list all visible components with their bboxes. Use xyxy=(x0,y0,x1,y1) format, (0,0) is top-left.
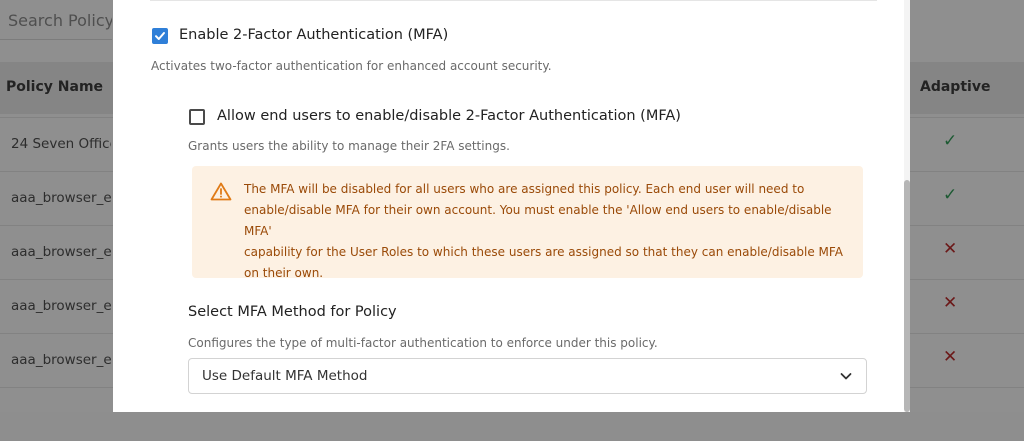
mfa-settings-modal: Enable 2-Factor Authentication (MFA) Act… xyxy=(113,0,910,412)
search-policy-box[interactable] xyxy=(0,0,112,40)
warning-message: The MFA will be disabled for all users w… xyxy=(244,179,844,284)
policy-name-cell: aaa_browser_e xyxy=(11,298,111,314)
mfa-method-selected-value: Use Default MFA Method xyxy=(202,368,368,384)
policy-name-cell: aaa_browser_e xyxy=(11,352,111,368)
search-policy-input[interactable] xyxy=(0,0,112,40)
policy-name-cell: aaa_browser_e xyxy=(11,190,111,206)
mfa-method-select[interactable]: Use Default MFA Method xyxy=(188,358,867,394)
allow-users-toggle-mfa-checkbox[interactable] xyxy=(189,109,205,125)
warning-line: The MFA will be disabled for all users w… xyxy=(244,182,805,196)
enable-mfa-checkbox[interactable] xyxy=(152,28,168,44)
checkmark-icon xyxy=(155,32,165,40)
check-icon: ✓ xyxy=(943,131,958,151)
warning-line: on their own. xyxy=(244,266,324,280)
allow-users-toggle-mfa-description: Grants users the ability to manage their… xyxy=(188,139,510,153)
chevron-down-icon xyxy=(840,373,852,380)
enable-mfa-label[interactable]: Enable 2-Factor Authentication (MFA) xyxy=(179,27,448,43)
cross-icon: ✕ xyxy=(943,293,958,313)
scrollbar-thumb[interactable] xyxy=(904,180,910,412)
column-header-adaptive[interactable]: Adaptive xyxy=(920,79,990,95)
mfa-warning-alert: The MFA will be disabled for all users w… xyxy=(192,166,863,280)
mfa-method-description: Configures the type of multi-factor auth… xyxy=(188,336,658,350)
column-header-policy-name[interactable]: Policy Name xyxy=(6,79,103,95)
policy-name-cell: 24 Seven Office xyxy=(11,136,111,152)
warning-triangle-icon xyxy=(210,182,232,201)
warning-line: enable/disable MFA for their own account… xyxy=(244,203,832,238)
mfa-method-title: Select MFA Method for Policy xyxy=(188,304,397,320)
divider xyxy=(150,0,877,1)
enable-mfa-description: Activates two-factor authentication for … xyxy=(151,59,552,73)
cross-icon: ✕ xyxy=(943,239,958,259)
check-icon: ✓ xyxy=(943,185,958,205)
allow-users-toggle-mfa-label[interactable]: Allow end users to enable/disable 2-Fact… xyxy=(217,108,681,124)
warning-line: capability for the User Roles to which t… xyxy=(244,245,843,259)
policy-name-cell: aaa_browser_e xyxy=(11,244,111,260)
cross-icon: ✕ xyxy=(943,347,958,367)
